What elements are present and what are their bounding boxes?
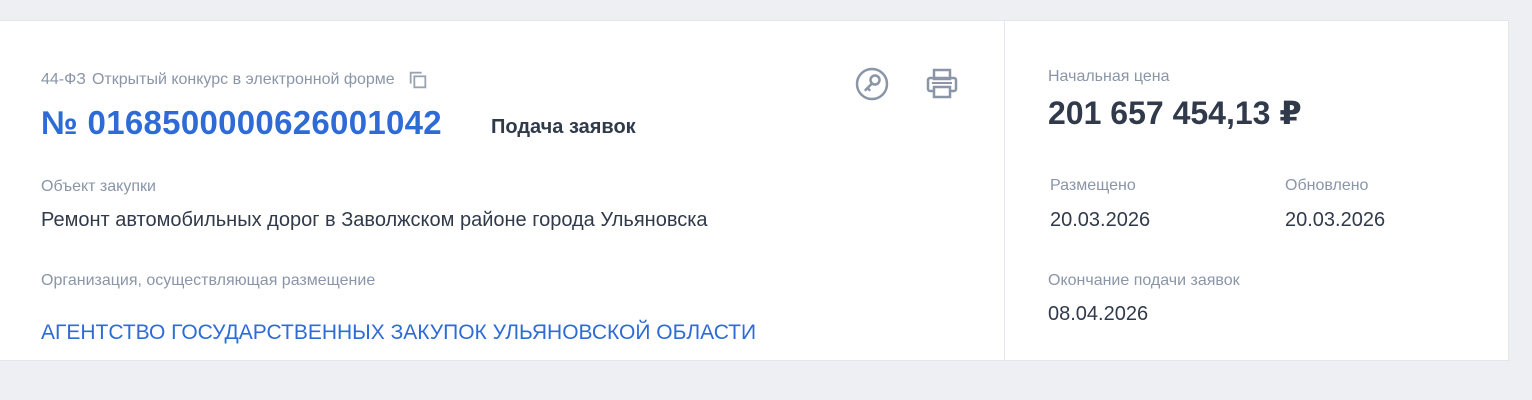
organization-link[interactable]: АГЕНТСТВО ГОСУДАРСТВЕННЫХ ЗАКУПОК УЛЬЯНО… xyxy=(41,321,756,345)
registry-number-link[interactable]: № 0168500000626001042 xyxy=(41,104,442,142)
organization-label: Организация, осуществляющая размещение xyxy=(41,272,376,289)
procedure-type: Открытый конкурс в электронной форме xyxy=(91,71,395,88)
object-label: Объект закупки xyxy=(41,178,156,195)
price-label: Начальная цена xyxy=(1048,68,1170,85)
law-label: 44-ФЗ xyxy=(41,71,86,88)
key-icon xyxy=(855,67,889,101)
stage-status: Подача заявок xyxy=(491,116,636,138)
copy-icon[interactable] xyxy=(407,69,429,91)
deadline-label: Окончание подачи заявок xyxy=(1048,272,1240,289)
column-divider xyxy=(1004,21,1005,360)
printer-icon xyxy=(926,68,958,99)
print-button[interactable] xyxy=(924,66,960,102)
purchase-card: 44-ФЗ Открытый конкурс в электронной фор… xyxy=(0,20,1509,361)
updated-label: Обновлено xyxy=(1285,177,1369,194)
updated-value: 20.03.2026 xyxy=(1285,209,1386,231)
posted-value: 20.03.2026 xyxy=(1050,209,1151,231)
posted-label: Размещено xyxy=(1050,177,1136,194)
object-value: Ремонт автомобильных дорог в Заволжском … xyxy=(41,209,708,231)
key-button[interactable] xyxy=(854,66,890,102)
price-value: 201 657 454,13 ₽ xyxy=(1048,95,1302,131)
deadline-value: 08.04.2026 xyxy=(1048,303,1149,325)
procedure-info: 44-ФЗ Открытый конкурс в электронной фор… xyxy=(41,69,429,91)
